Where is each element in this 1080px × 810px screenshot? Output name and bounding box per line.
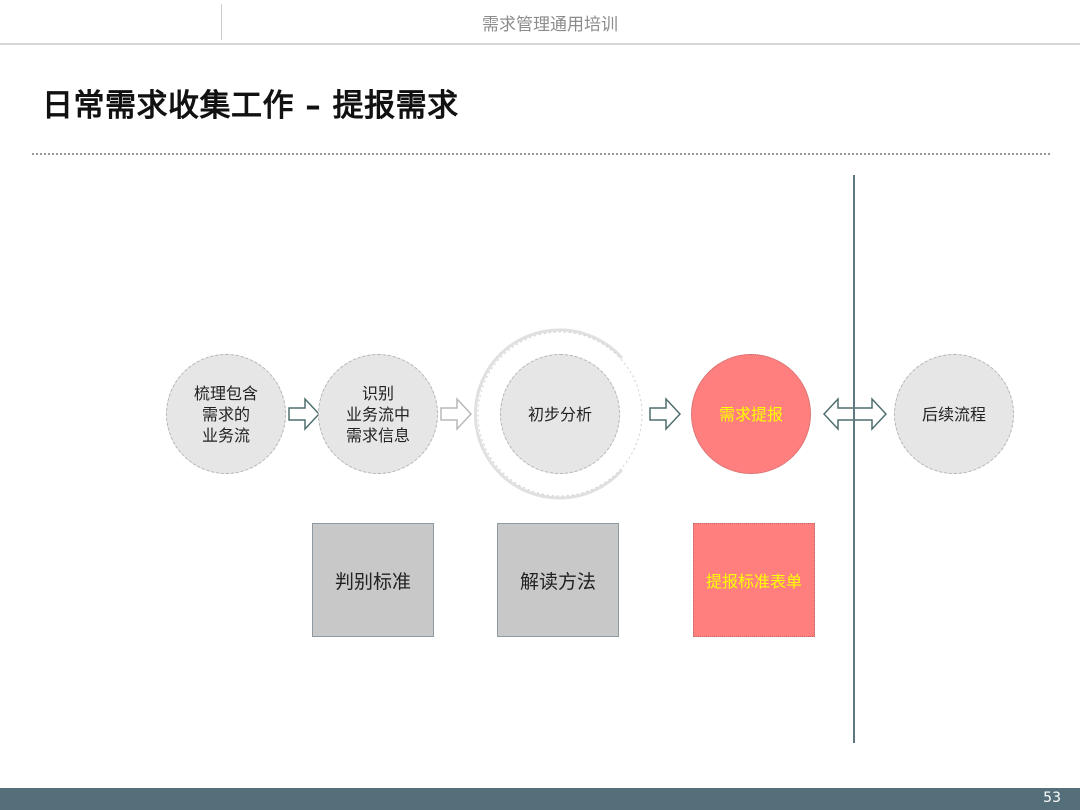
step-label-2: 识别 业务流中 需求信息 bbox=[345, 383, 410, 445]
arrow-right-icon bbox=[649, 397, 681, 431]
arrow-right-light-icon bbox=[440, 397, 472, 431]
arrow-right-icon bbox=[288, 397, 320, 431]
title-dotted-divider bbox=[32, 153, 1050, 155]
step-circle-3: 初步分析 bbox=[500, 354, 620, 474]
step-circle-5: 后续流程 bbox=[894, 354, 1014, 474]
double-arrow-icon bbox=[823, 397, 887, 431]
step-label-5: 后续流程 bbox=[921, 404, 986, 424]
header-divider bbox=[221, 4, 222, 40]
vertical-separator bbox=[853, 175, 855, 743]
footer-bar: 53 bbox=[0, 788, 1080, 810]
box-method: 解读方法 bbox=[497, 523, 619, 637]
box-form-label: 提报标准表单 bbox=[705, 572, 802, 591]
header-rule bbox=[0, 43, 1080, 45]
step-label-4: 需求提报 bbox=[718, 404, 783, 424]
step-circle-1: 梳理包含 需求的 业务流 bbox=[166, 354, 286, 474]
page-title: 日常需求收集工作 – 提报需求 bbox=[42, 88, 459, 124]
step-label-1: 梳理包含 需求的 业务流 bbox=[193, 383, 258, 445]
box-method-label: 解读方法 bbox=[519, 570, 596, 593]
box-form: 提报标准表单 bbox=[693, 523, 815, 637]
step-circle-4: 需求提报 bbox=[691, 354, 811, 474]
header-title: 需求管理通用培训 bbox=[482, 15, 618, 35]
box-criteria: 判别标准 bbox=[312, 523, 434, 637]
box-criteria-label: 判别标准 bbox=[334, 570, 411, 593]
page-number: 53 bbox=[1043, 790, 1061, 806]
step-circle-2: 识别 业务流中 需求信息 bbox=[318, 354, 438, 474]
step-label-3: 初步分析 bbox=[527, 404, 592, 424]
